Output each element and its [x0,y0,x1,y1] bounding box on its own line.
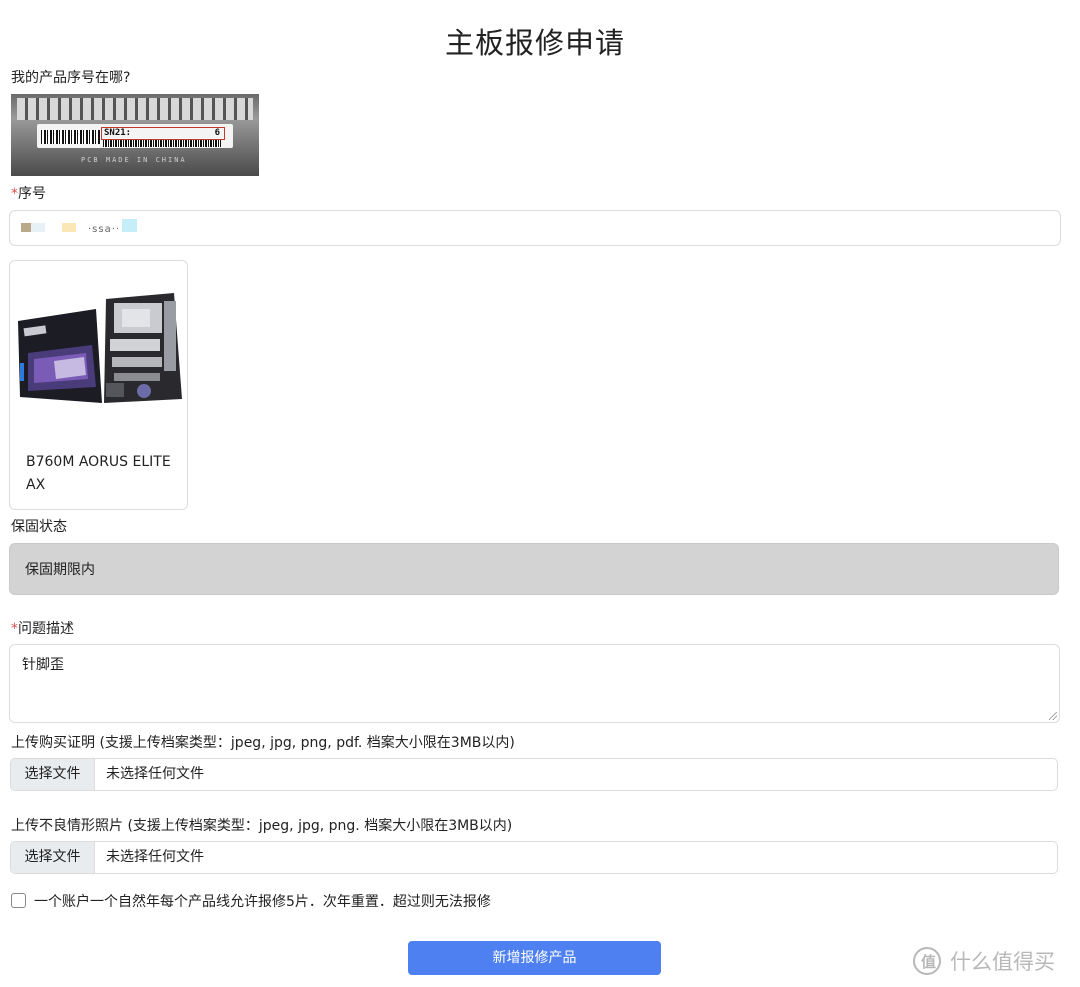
problem-description-textarea[interactable]: 针脚歪 [9,644,1060,723]
problem-label: *问题描述 [11,618,74,638]
serial-label: *序号 [11,183,46,203]
proof-upload-label: 上传购买证明 (支援上传档案类型：jpeg, jpg, png, pdf. 档案… [11,735,515,751]
agreement-text: 一个账户一个自然年每个产品线允许报修5片．次年重置．超过则无法报修 [34,894,491,910]
watermark-text: 什么值得买 [950,950,1055,974]
proof-file-status: 未选择任何文件 [106,766,204,782]
serial-highlight-box: SN21: 6 [101,127,225,140]
problem-description-value: 针脚歪 [22,657,64,673]
defect-choose-file-button[interactable]: 选择文件 [11,842,95,873]
repair-form-page: 主板报修申请 我的产品序号在哪? SN21: 6 PCB MADE IN CHI… [0,0,1080,987]
serial-suffix: 6 [214,128,220,138]
redacted-serial-part [21,223,31,232]
warranty-label: 保固状态 [11,519,67,535]
redacted-serial-part [122,219,137,232]
warranty-status-field: 保固期限内 [9,543,1059,595]
required-mark: * [11,621,18,637]
required-mark: * [11,186,18,202]
serial-location-photo: SN21: 6 PCB MADE IN CHINA [11,94,259,176]
problem-label-text: 问题描述 [18,621,74,637]
barcode-graphic-2 [103,140,221,147]
add-repair-product-button[interactable]: 新增报修产品 [408,941,661,975]
barcode-graphic [41,130,101,144]
defect-upload-label: 上传不良情形照片 (支援上传档案类型：jpeg, jpg, png. 档案大小限… [11,818,513,834]
proof-file-input[interactable]: 选择文件 未选择任何文件 [10,758,1058,791]
agreement-checkbox[interactable] [11,893,26,908]
resize-handle-icon[interactable] [1049,712,1057,720]
serial-value: ·ssa·· [88,224,121,235]
redacted-serial-part [31,223,45,232]
serial-prefix: SN21: [104,128,132,138]
motherboard-product-image [18,293,182,403]
page-title: 主板报修申请 [444,26,625,60]
defect-file-status: 未选择任何文件 [106,849,204,865]
serial-label-text: 序号 [18,186,46,202]
serial-input[interactable]: ·ssa·· [9,210,1061,246]
connector-pins [17,98,253,120]
serial-help-label: 我的产品序号在哪? [11,70,131,86]
product-card[interactable]: B760M AORUS ELITE AX [9,260,188,510]
smzdm-logo-icon: 值 [913,947,941,975]
agreement-row[interactable]: 一个账户一个自然年每个产品线允许报修5片．次年重置．超过则无法报修 [11,893,491,910]
product-name: B760M AORUS ELITE AX [26,454,171,493]
watermark: 值 什么值得买 [913,944,1055,978]
proof-choose-file-button[interactable]: 选择文件 [11,759,95,790]
defect-file-input[interactable]: 选择文件 未选择任何文件 [10,841,1058,874]
pcb-print: PCB MADE IN CHINA [81,156,187,164]
redacted-serial-part [62,223,76,232]
